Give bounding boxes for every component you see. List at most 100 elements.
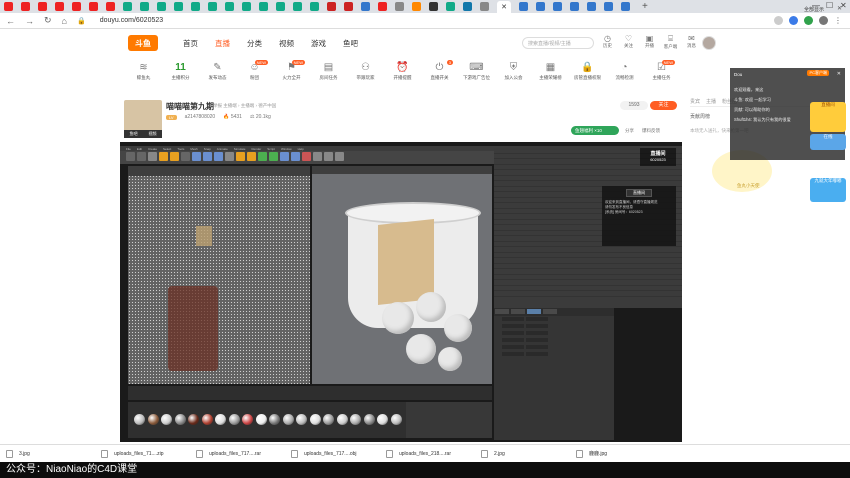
feature-speed[interactable]: ◔ 流畅检测 [606, 60, 643, 90]
download-item[interactable]: 2.jpg [475, 449, 570, 458]
nav-game[interactable]: 游戏 [311, 38, 326, 49]
yuba-link[interactable]: 鱼吧 [130, 131, 138, 137]
user-avatar[interactable] [702, 36, 716, 50]
search-input[interactable]: 搜索直播/视频/主播 [522, 37, 594, 49]
attr-tab-active[interactable] [527, 309, 541, 314]
browser-tab[interactable] [242, 2, 251, 11]
browser-tab[interactable] [553, 2, 562, 11]
lock-icon[interactable]: 🔒 [77, 17, 86, 25]
nav-video[interactable]: 视频 [279, 38, 294, 49]
share-link[interactable]: 分享 [625, 128, 634, 134]
url-field[interactable]: douyu.com/6020523 [100, 17, 163, 24]
feature-task[interactable]: ▤ 房间任务 [310, 60, 347, 90]
back-icon[interactable]: ← [6, 16, 15, 26]
download-item[interactable]: uploads_files_717....rar [190, 449, 285, 458]
menu-icon[interactable]: ⋮ [834, 16, 842, 25]
pc-client-badge[interactable]: PC客户端 [807, 70, 829, 76]
browser-tab[interactable] [174, 2, 183, 11]
rank-tab-anchor[interactable]: 主播 [706, 98, 716, 106]
close-icon[interactable]: ✕ [837, 71, 841, 77]
browser-tab[interactable] [21, 2, 30, 11]
browser-tab[interactable] [327, 2, 336, 11]
browser-tab[interactable] [208, 2, 217, 11]
feature-alarm[interactable]: ⏰ 开播提醒 [384, 60, 421, 90]
download-item[interactable]: uploads_files_717....obj [285, 449, 380, 458]
side-ad-banner[interactable]: 直播间 [810, 102, 846, 132]
browser-tab[interactable] [604, 2, 613, 11]
browser-tab[interactable] [570, 2, 579, 11]
browser-tab[interactable] [587, 2, 596, 11]
video-player[interactable]: File Edit Create Select Tools Mesh Snap Animate… [120, 142, 682, 442]
promo-badge[interactable]: 鱼翅福利 ×10 [571, 126, 619, 135]
browser-tab[interactable] [446, 2, 455, 11]
browser-tab[interactable] [621, 2, 630, 11]
browser-tab[interactable] [106, 2, 115, 11]
feature-game[interactable]: ⚇ 带跟玩家 [347, 60, 384, 90]
extension-icon[interactable] [804, 16, 813, 25]
feature-calendar[interactable]: ☑ 主播任务 NEW [643, 60, 680, 90]
feature-edit[interactable]: ✎ 发布动态 [199, 60, 236, 90]
new-tab-button[interactable]: + [642, 1, 648, 12]
side-ad-banner[interactable]: 在线 [810, 134, 846, 150]
browser-tab[interactable] [276, 2, 285, 11]
nav-category[interactable]: 分类 [247, 38, 262, 49]
browser-tab[interactable] [225, 2, 234, 11]
browser-tab[interactable] [293, 2, 302, 11]
reload-icon[interactable]: ↻ [44, 15, 52, 26]
browser-tab[interactable] [4, 2, 13, 11]
live-start-button[interactable]: ▣ 开播 [642, 34, 657, 50]
nav-yuba[interactable]: 鱼吧 [343, 38, 358, 49]
douyu-logo[interactable]: 斗鱼 [128, 35, 158, 51]
browser-tab[interactable] [463, 2, 472, 11]
forward-icon[interactable]: → [25, 16, 34, 26]
message-button[interactable]: ✉ 消息 [684, 34, 699, 50]
contribution-tab[interactable]: 贡献周榜 [690, 113, 710, 120]
browser-tab[interactable] [38, 2, 47, 11]
download-item[interactable]: uploads_files_71....zip [95, 449, 190, 458]
attr-tab[interactable] [543, 309, 557, 314]
browser-tab[interactable] [140, 2, 149, 11]
browser-tab[interactable] [378, 2, 387, 11]
profile-icon[interactable] [819, 16, 828, 25]
attr-tab[interactable] [511, 309, 525, 314]
close-downloads-icon[interactable]: ✕ [837, 5, 842, 12]
show-all-downloads[interactable]: 全部显示 [804, 6, 824, 13]
timeline[interactable] [128, 386, 492, 400]
history-button[interactable]: ◷ 历史 [600, 34, 615, 50]
feature-level[interactable]: 11 主播积分 [162, 60, 199, 90]
video-link[interactable]: 视频 [149, 131, 157, 137]
feature-shield[interactable]: ⛨ 加入公会 [495, 60, 532, 90]
browser-tab[interactable] [412, 2, 421, 11]
browser-tab[interactable] [89, 2, 98, 11]
extension-icon[interactable] [789, 16, 798, 25]
active-tab[interactable]: ✕ [497, 0, 511, 13]
browser-tab[interactable] [429, 2, 438, 11]
download-item[interactable]: uploads_files_218....rar [380, 449, 475, 458]
feature-fire[interactable]: ⚑ 火力全开 NEW [273, 60, 310, 90]
follow-button[interactable]: 关注 [650, 101, 677, 110]
browser-tab[interactable] [395, 2, 404, 11]
browser-tab[interactable] [344, 2, 353, 11]
home-icon[interactable]: ⌂ [62, 16, 67, 26]
browser-tab[interactable] [55, 2, 64, 11]
feature-lock[interactable]: 🔒 房管直播权限 [569, 60, 606, 90]
feature-rank[interactable]: ▦ 主播荣耀榜 [532, 60, 569, 90]
feature-gamepad[interactable]: ⌨ 下游戏广告位 [458, 60, 495, 90]
browser-tab[interactable] [536, 2, 545, 11]
browser-tab[interactable] [157, 2, 166, 11]
side-ad-banner[interactable]: 九就大年嘟嘟 [810, 178, 846, 202]
download-item[interactable]: 3.jpg [0, 449, 95, 458]
browser-tab[interactable] [123, 2, 132, 11]
download-item[interactable]: 鹿鹿.jpg [570, 449, 665, 458]
nav-live[interactable]: 直播 [215, 38, 230, 49]
rank-tab-vip[interactable]: 贵宾 [690, 98, 700, 106]
star-icon[interactable] [774, 16, 783, 25]
feature-fish[interactable]: ≋ 鲸鱼丸 [125, 60, 162, 90]
browser-tab[interactable] [480, 2, 489, 11]
room-category[interactable]: 举报 主播端 › 主播端 › 德产中国 [213, 103, 276, 109]
browser-tab[interactable] [259, 2, 268, 11]
feature-toggle[interactable]: ⏻ 直播开关 3 [421, 60, 458, 90]
feature-fans[interactable]: ☺ 粉团 NEW [236, 60, 273, 90]
nav-home[interactable]: 首页 [183, 38, 198, 49]
client-button[interactable]: ⌸ 客户端 [663, 34, 678, 50]
